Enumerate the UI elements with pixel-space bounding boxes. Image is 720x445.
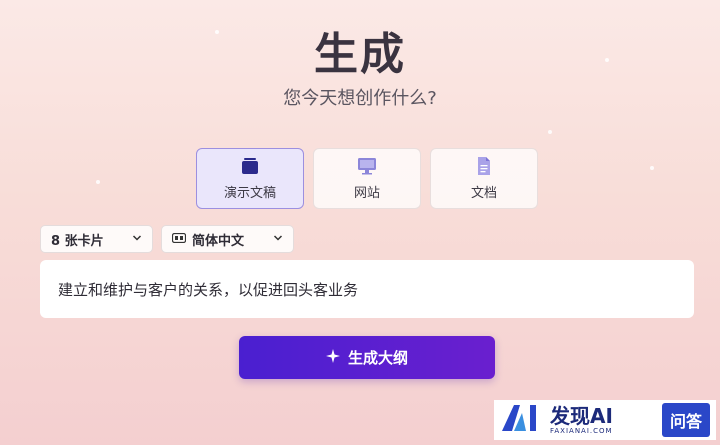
type-card-label: 网站 xyxy=(353,186,380,201)
sparkle-dot xyxy=(96,180,100,184)
type-card-presentation[interactable]: 演示文稿 xyxy=(196,148,304,209)
type-card-label: 文档 xyxy=(470,186,497,201)
translate-icon xyxy=(171,232,187,247)
sparkle-icon xyxy=(325,348,340,367)
type-card-label: 演示文稿 xyxy=(223,186,276,201)
card-count-select[interactable]: 8 张卡片 xyxy=(40,225,153,253)
watermark-brand-name: 发现AI xyxy=(550,403,613,428)
generate-button-label: 生成大纲 xyxy=(347,349,408,367)
monitor-icon xyxy=(357,156,377,176)
generate-outline-button[interactable]: 生成大纲 xyxy=(239,336,495,379)
watermark-domain: FAXIANAI.COM xyxy=(550,426,613,435)
watermark-logo: 发现AI FAXIANAI.COM 问答 xyxy=(494,400,716,440)
content-type-selector: 演示文稿 网站 文档 xyxy=(196,148,538,209)
sparkle-dot xyxy=(650,166,654,170)
card-count-value: 8 张卡片 xyxy=(51,233,104,249)
ai-logo-icon xyxy=(500,403,544,437)
watermark-brand: 发现AI FAXIANAI.COM xyxy=(550,406,613,435)
options-row: 8 张卡片 简体中文 xyxy=(40,225,294,253)
page-title: 生成 xyxy=(314,29,406,80)
presentation-icon xyxy=(240,156,260,176)
chevron-down-icon xyxy=(273,232,283,247)
watermark-tag: 问答 xyxy=(661,403,710,437)
language-select[interactable]: 简体中文 xyxy=(161,225,294,253)
type-card-document[interactable]: 文档 xyxy=(430,148,538,209)
sparkle-dot xyxy=(548,130,552,134)
chevron-down-icon xyxy=(132,232,142,247)
page-subtitle: 您今天想创作什么? xyxy=(283,88,437,109)
document-icon xyxy=(474,156,494,176)
prompt-text: 建立和维护与客户的关系，以促进回头客业务 xyxy=(58,280,359,299)
type-card-website[interactable]: 网站 xyxy=(313,148,421,209)
prompt-input[interactable]: 建立和维护与客户的关系，以促进回头客业务 xyxy=(40,260,694,318)
language-value: 简体中文 xyxy=(192,233,245,249)
